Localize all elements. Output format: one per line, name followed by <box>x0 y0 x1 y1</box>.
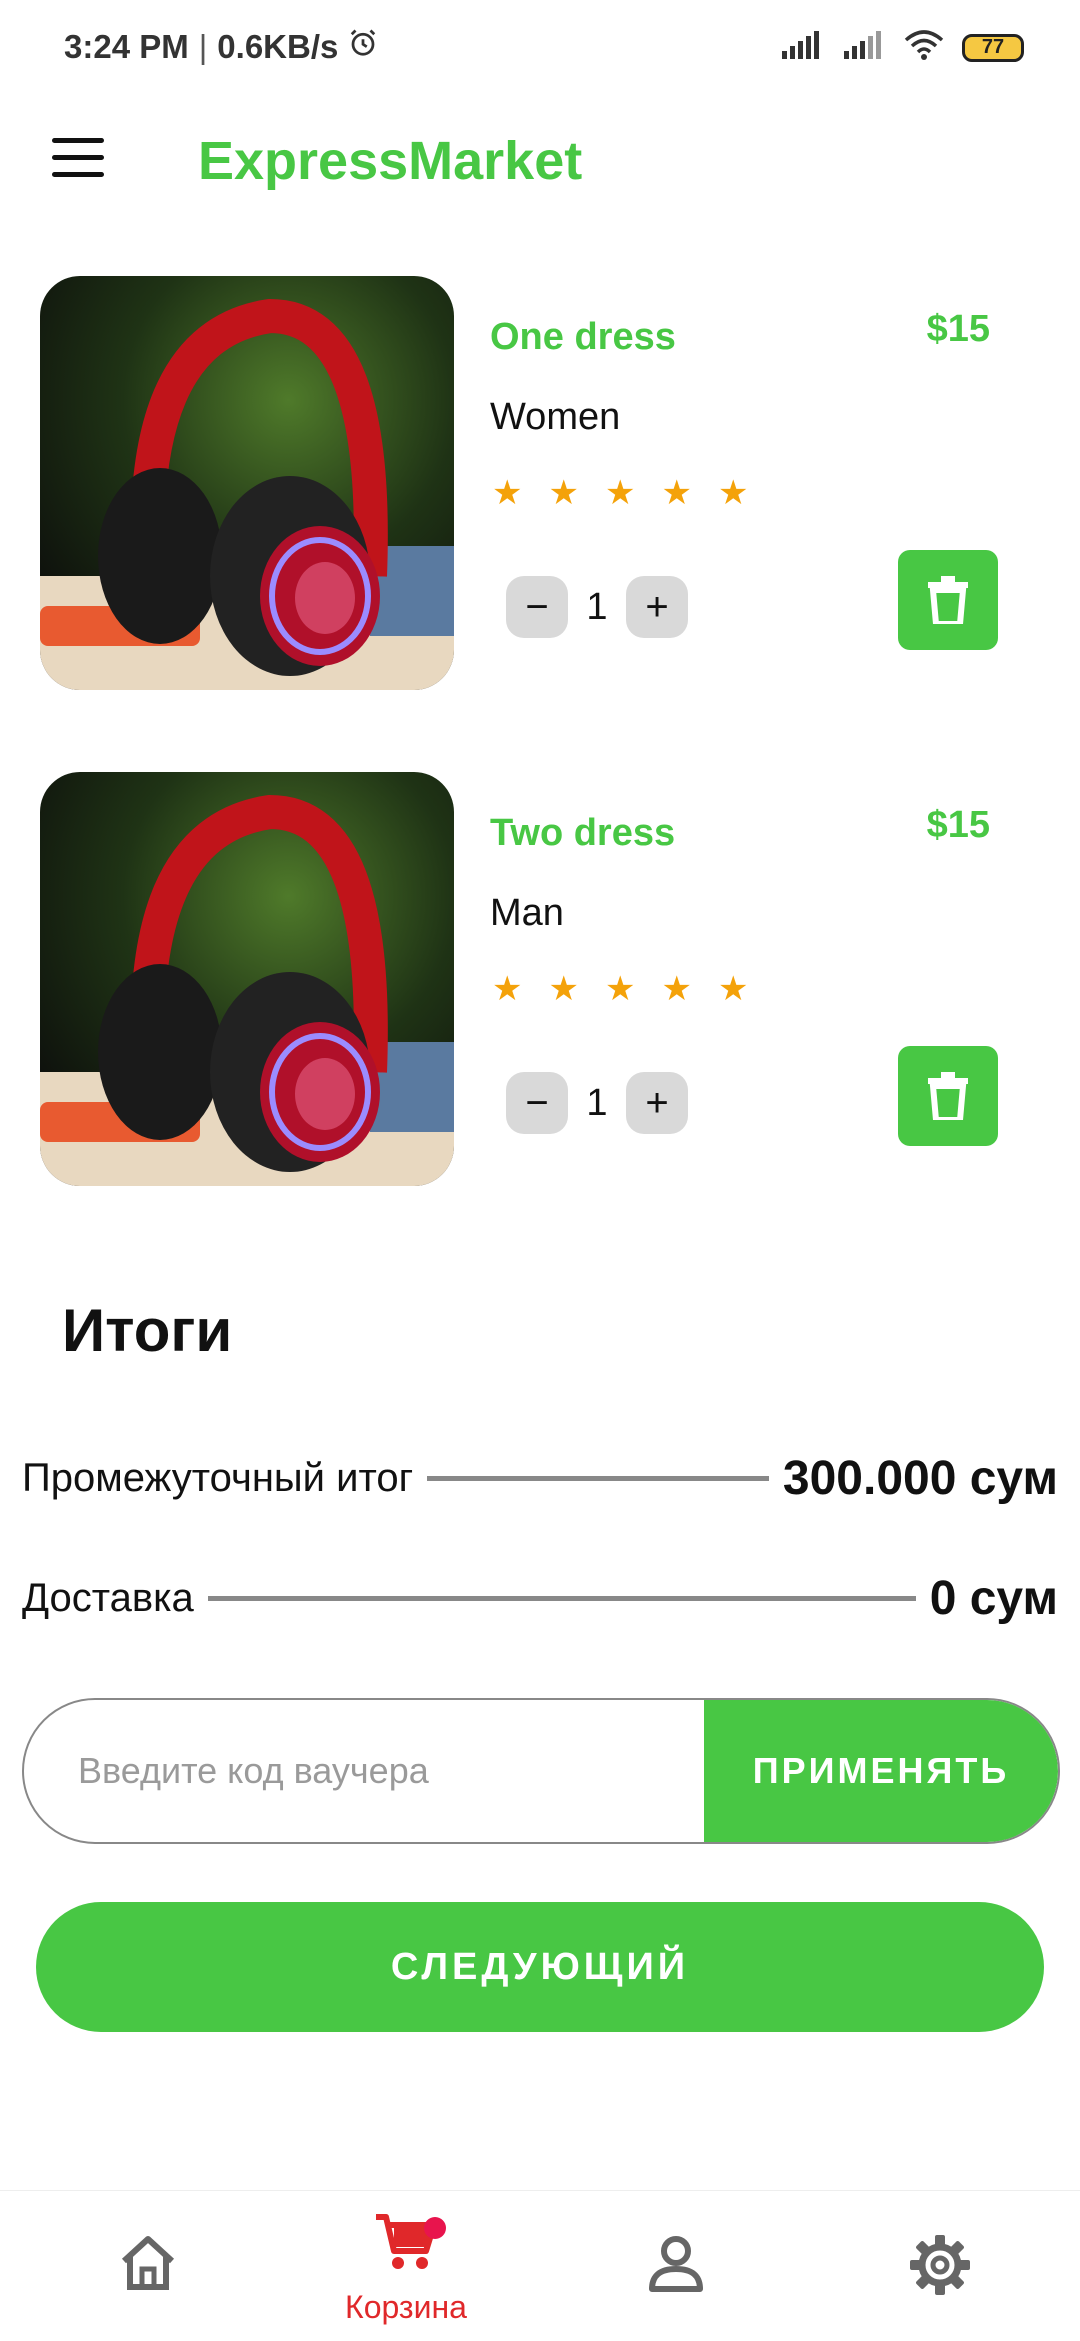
star-icon: ★ <box>604 970 636 1008</box>
next-button[interactable]: СЛЕДУЮЩИЙ <box>36 1902 1044 2032</box>
divider-line <box>427 1475 769 1481</box>
subtotal-label: Промежуточный итог <box>22 1455 414 1500</box>
star-icon: ★ <box>661 474 692 512</box>
star-icon: ★ <box>717 474 749 512</box>
apply-voucher-button[interactable]: ПРИМЕНЯТЬ <box>704 1700 1058 1842</box>
product-title: Two dress <box>490 812 676 854</box>
bottom-nav: Корзина <box>0 2190 1080 2341</box>
person-icon <box>649 2236 703 2292</box>
home-icon <box>121 2236 175 2290</box>
quantity-value: 1 <box>586 1081 608 1124</box>
product-title: One dress <box>490 316 676 358</box>
headphones-photo-icon <box>40 772 454 1186</box>
star-icon: ★ <box>548 970 579 1008</box>
decrease-quantity-button[interactable]: − <box>506 1072 568 1134</box>
voucher-form: ПРИМЕНЯТЬ <box>22 1698 1060 1844</box>
signal-icon <box>780 31 824 64</box>
product-category: Man <box>490 892 564 934</box>
star-icon: ★ <box>492 970 523 1008</box>
cart-badge <box>424 2217 446 2239</box>
delivery-value: 0 сум <box>929 1571 1058 1625</box>
hamburger-menu-icon[interactable] <box>52 138 104 180</box>
alarm-icon <box>348 28 378 66</box>
wifi-icon <box>904 30 944 65</box>
star-icon: ★ <box>661 970 692 1008</box>
product-image[interactable] <box>40 772 454 1186</box>
trash-icon <box>928 1072 968 1120</box>
status-right: 77 <box>780 30 1024 65</box>
subtotal-row: Промежуточный итог 300.000 сум <box>22 1448 1058 1508</box>
delete-item-button[interactable] <box>898 1046 998 1146</box>
trash-icon <box>928 576 968 624</box>
product-price: $15 <box>926 308 990 350</box>
product-image[interactable] <box>40 276 454 690</box>
quantity-stepper: − 1 + <box>506 576 688 638</box>
status-speed: 0.6KB/s <box>217 28 339 65</box>
quantity-value: 1 <box>586 585 608 628</box>
delivery-row: Доставка 0 сум <box>22 1568 1058 1628</box>
app-bar: ExpressMarket <box>0 120 1080 200</box>
nav-cart-label: Корзина <box>345 2289 467 2325</box>
star-icon: ★ <box>548 474 579 512</box>
delete-item-button[interactable] <box>898 550 998 650</box>
signal-icon <box>842 31 886 64</box>
status-left: 3:24 PM | 0.6KB/s <box>64 28 378 66</box>
divider-line <box>207 1595 916 1601</box>
voucher-input[interactable] <box>24 1700 704 1842</box>
totals-title: Итоги <box>62 1297 233 1364</box>
nav-profile[interactable] <box>576 2191 776 2341</box>
battery-icon: 77 <box>962 33 1024 62</box>
decrease-quantity-button[interactable]: − <box>506 576 568 638</box>
increase-quantity-button[interactable]: + <box>626 1072 688 1134</box>
quantity-stepper: − 1 + <box>506 1072 688 1134</box>
rating-stars: ★ ★ ★ ★ ★ <box>492 972 748 1006</box>
nav-cart[interactable]: Корзина <box>306 2191 506 2341</box>
rating-stars: ★ ★ ★ ★ ★ <box>492 476 748 510</box>
product-price: $15 <box>926 804 990 846</box>
star-icon: ★ <box>492 474 523 512</box>
star-icon: ★ <box>604 474 636 512</box>
delivery-label: Доставка <box>22 1575 194 1620</box>
subtotal-value: 300.000 сум <box>782 1451 1058 1505</box>
gear-icon <box>910 2235 970 2295</box>
app-title: ExpressMarket <box>198 131 583 191</box>
nav-home[interactable] <box>48 2191 248 2341</box>
status-time: 3:24 PM <box>64 28 189 65</box>
headphones-photo-icon <box>40 276 454 690</box>
cart-item: Two dress $15 Man ★ ★ ★ ★ ★ − 1 + <box>40 772 1040 1186</box>
product-category: Women <box>490 396 621 438</box>
status-bar: 3:24 PM | 0.6KB/s 77 <box>0 0 1080 100</box>
status-separator: | <box>198 28 208 65</box>
increase-quantity-button[interactable]: + <box>626 576 688 638</box>
nav-settings[interactable] <box>840 2191 1040 2341</box>
cart-item: One dress $15 Women ★ ★ ★ ★ ★ − 1 + <box>40 276 1040 690</box>
star-icon: ★ <box>717 970 749 1008</box>
